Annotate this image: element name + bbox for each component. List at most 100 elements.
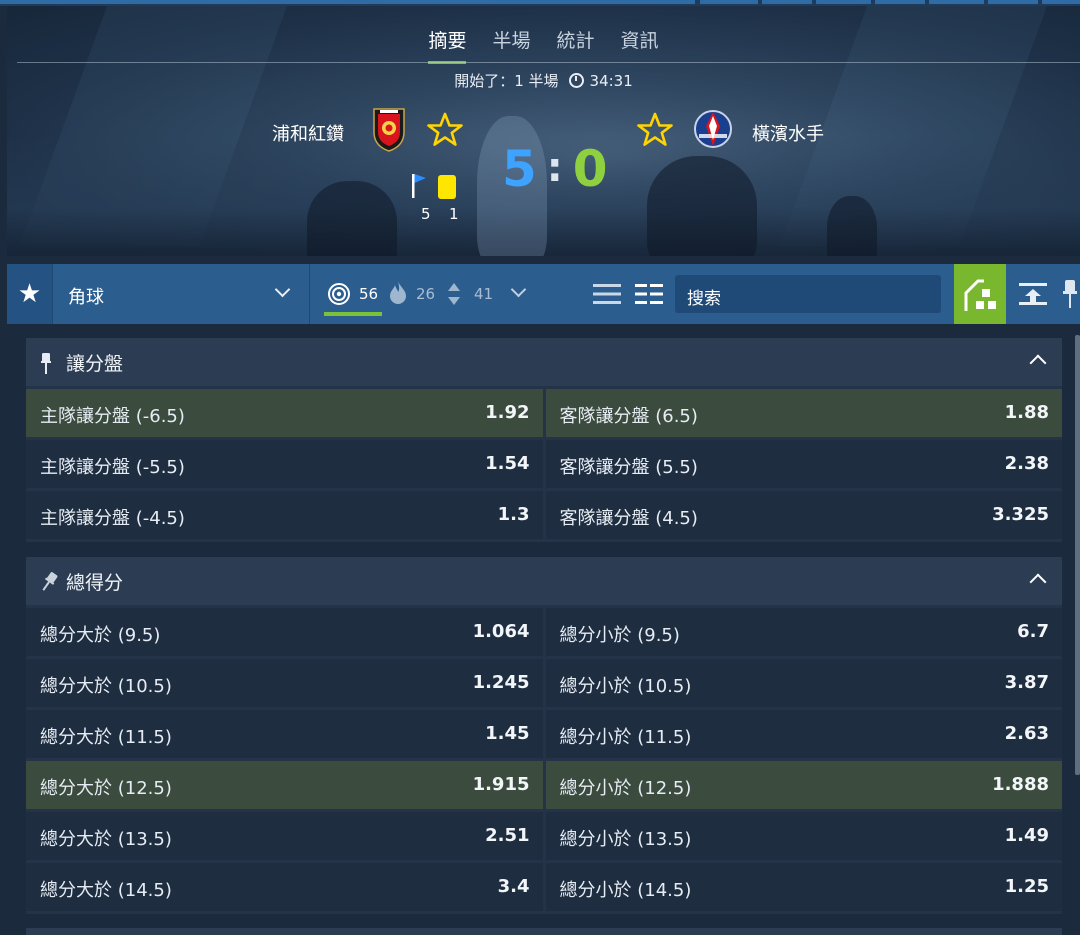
target-count: 56 (359, 285, 379, 303)
market-header[interactable]: 總得分 (26, 557, 1062, 605)
updown-count: 41 (474, 285, 494, 303)
pin-icon[interactable] (40, 352, 52, 376)
odds-cell[interactable]: 總分小於 (14.5) 1.25 (545, 863, 1062, 911)
away-team-name[interactable]: 橫濱水手 (752, 120, 824, 146)
market-header[interactable]: 讓分盤 (26, 338, 1062, 386)
favorites-star-icon[interactable]: ★ (7, 264, 53, 324)
pin-icon[interactable] (40, 571, 58, 593)
odds-row: 總分大於 (14.5) 3.4 總分小於 (14.5) 1.25 (26, 863, 1062, 911)
next-market-header[interactable] (26, 928, 1062, 935)
odds-cell[interactable]: 主隊讓分盤 (-4.5) 1.3 (26, 491, 543, 539)
chevron-down-icon (274, 281, 291, 298)
odds-value: 1.25 (1004, 876, 1049, 897)
market-filter-select[interactable]: 角球 (54, 264, 310, 324)
bracket-view-button[interactable] (954, 264, 1006, 324)
fire-icon[interactable] (388, 280, 408, 306)
home-yellow-cards-count: 1 (449, 205, 459, 223)
selection-name: 總分大於 (9.5) (40, 625, 161, 646)
chevron-up-icon[interactable] (1029, 354, 1047, 372)
odds-cell[interactable]: 總分大於 (14.5) 3.4 (26, 863, 543, 911)
odds-cell[interactable]: 總分大於 (13.5) 2.51 (26, 812, 543, 860)
scoreboard: 5:0 (502, 140, 608, 198)
selection-name: 總分小於 (10.5) (559, 676, 692, 697)
odds-cell[interactable]: 總分小於 (11.5) 2.63 (545, 710, 1062, 758)
odds-cell[interactable]: 主隊讓分盤 (-5.5) 1.54 (26, 440, 543, 488)
odds-value: 1.245 (472, 672, 530, 693)
odds-row: 總分大於 (10.5) 1.245 總分小於 (10.5) 3.87 (26, 659, 1062, 707)
odds-value: 1.064 (472, 621, 530, 642)
top-nav-segment[interactable] (762, 0, 812, 4)
odds-row: 總分大於 (11.5) 1.45 總分小於 (11.5) 2.63 (26, 710, 1062, 758)
selection-name: 總分小於 (11.5) (559, 727, 692, 748)
odds-cell[interactable]: 總分小於 (10.5) 3.87 (545, 659, 1062, 707)
odds-cell[interactable]: 主隊讓分盤 (-6.5) 1.92 (26, 389, 543, 437)
selection-name: 主隊讓分盤 (-4.5) (40, 508, 185, 529)
corner-flag-icon (412, 174, 426, 198)
selection-name: 總分小於 (13.5) (559, 829, 692, 850)
list-view-icon[interactable] (592, 282, 622, 306)
clock-icon (568, 73, 584, 88)
tab-info[interactable]: 資訊 (621, 26, 659, 64)
odds-cell[interactable]: 總分小於 (9.5) 6.7 (545, 608, 1062, 656)
selection-name: 總分大於 (11.5) (40, 727, 172, 748)
odds-value: 2.51 (485, 825, 530, 846)
market-title: 總得分 (66, 572, 124, 594)
odds-value: 1.54 (485, 453, 530, 474)
top-nav-segment[interactable] (1042, 0, 1080, 4)
match-clock: 34:31 (589, 72, 633, 90)
player-silhouette (307, 181, 397, 256)
match-hero: 摘要 半場 統計 資訊 開始了：1 半場 34:31 浦和紅鑽 5 1 5:0 (7, 6, 1080, 256)
tab-divider (17, 62, 1080, 63)
tab-summary[interactable]: 摘要 (428, 26, 467, 64)
collapse-all-icon[interactable] (1018, 282, 1048, 306)
pin-icon[interactable] (1062, 278, 1078, 310)
odds-cell[interactable]: 總分大於 (12.5) 1.915 (26, 761, 543, 809)
odds-cell[interactable]: 總分大於 (10.5) 1.245 (26, 659, 543, 707)
home-team-name[interactable]: 浦和紅鑽 (272, 120, 344, 146)
odds-cell[interactable]: 客隊讓分盤 (6.5) 1.88 (545, 389, 1062, 437)
odds-value: 1.88 (1004, 402, 1049, 423)
top-nav-segment[interactable] (0, 0, 695, 4)
tab-half[interactable]: 半場 (492, 26, 530, 64)
market-total-goals: 總得分 總分大於 (9.5) 1.064 總分小於 (9.5) 6.7 總分大於 (… (26, 557, 1062, 914)
score-separator: : (546, 145, 563, 191)
tab-stats[interactable]: 統計 (557, 26, 595, 64)
home-favorite-star-icon[interactable] (427, 112, 463, 148)
odds-cell[interactable]: 總分小於 (13.5) 1.49 (545, 812, 1062, 860)
odds-cell[interactable]: 客隊讓分盤 (4.5) 3.325 (545, 491, 1062, 539)
odds-cell[interactable]: 客隊讓分盤 (5.5) 2.38 (545, 440, 1062, 488)
away-favorite-star-icon[interactable] (637, 112, 673, 148)
odds-value: 3.4 (497, 876, 530, 897)
odds-cell[interactable]: 總分大於 (11.5) 1.45 (26, 710, 543, 758)
more-filters-chevron-icon[interactable] (510, 281, 527, 298)
market-filter-label: 角球 (68, 287, 104, 308)
home-corners-count: 5 (421, 205, 431, 223)
selection-name: 客隊讓分盤 (5.5) (559, 457, 698, 478)
odds-value: 1.3 (497, 504, 530, 525)
top-nav-segment[interactable] (875, 0, 925, 4)
bracket-icon (964, 279, 996, 311)
odds-value: 1.888 (992, 774, 1049, 795)
selection-name: 客隊讓分盤 (6.5) (559, 406, 698, 427)
selection-name: 客隊讓分盤 (4.5) (559, 508, 698, 529)
top-nav-segment[interactable] (929, 0, 984, 4)
top-nav-segment[interactable] (816, 0, 871, 4)
up-down-icon[interactable] (447, 282, 461, 306)
match-time: 開始了：1 半場 34:31 (7, 70, 1080, 91)
scrollbar[interactable] (1075, 335, 1080, 775)
odds-cell[interactable]: 總分大於 (9.5) 1.064 (26, 608, 543, 656)
odds-cell[interactable]: 總分小於 (12.5) 1.888 (545, 761, 1062, 809)
odds-row: 主隊讓分盤 (-5.5) 1.54 客隊讓分盤 (5.5) 2.38 (26, 440, 1062, 488)
odds-value: 2.38 (1004, 453, 1049, 474)
target-icon[interactable] (327, 282, 351, 306)
selection-name: 總分大於 (10.5) (40, 676, 172, 697)
odds-value: 1.915 (472, 774, 530, 795)
top-nav-segment[interactable] (988, 0, 1038, 4)
grid-view-icon[interactable] (634, 282, 664, 306)
yellow-card-icon (438, 175, 456, 199)
search-input[interactable]: 搜索 (675, 275, 941, 313)
odds-row: 總分大於 (12.5) 1.915 總分小於 (12.5) 1.888 (26, 761, 1062, 809)
chevron-up-icon[interactable] (1029, 573, 1047, 591)
top-nav-segment[interactable] (700, 0, 758, 4)
home-team-crest-icon (373, 108, 405, 152)
